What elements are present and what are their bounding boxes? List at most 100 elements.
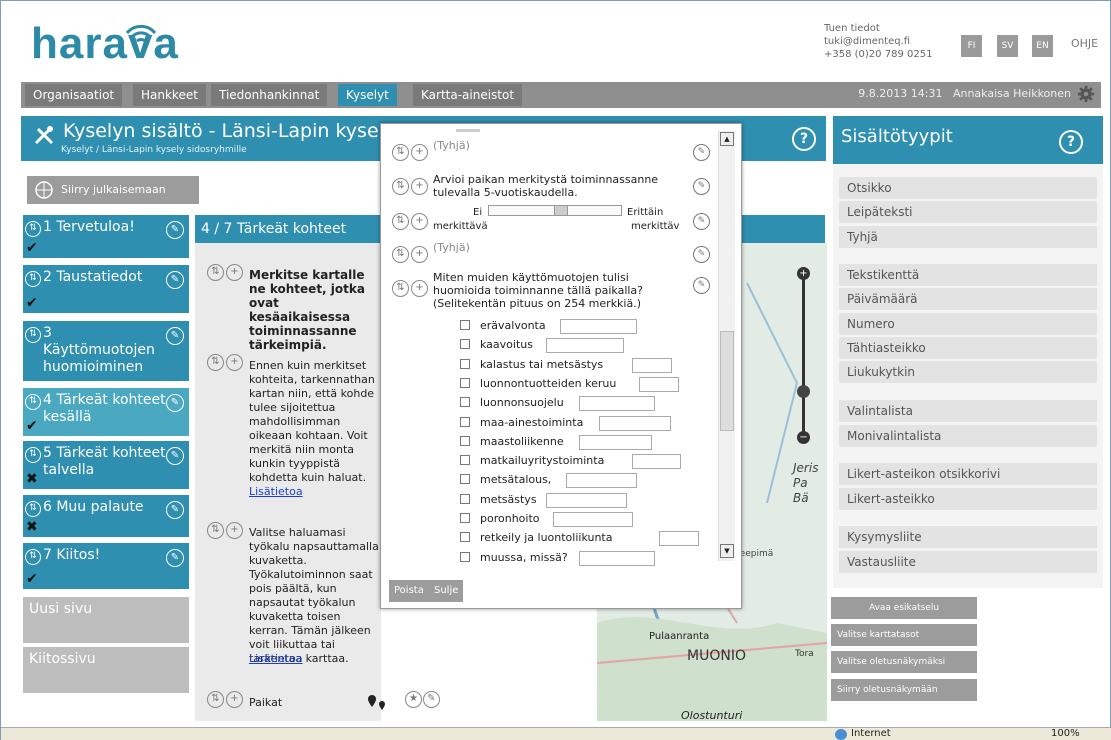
reorder-icon[interactable]: ⇅ xyxy=(392,213,409,230)
option-comment-field[interactable] xyxy=(579,550,655,566)
option-checkbox[interactable] xyxy=(460,320,470,330)
publish-survey-button[interactable]: Siirry julkaisemaan kysely xyxy=(27,176,199,224)
option-comment-field[interactable] xyxy=(546,338,624,354)
slider-handle[interactable] xyxy=(553,205,568,216)
scroll-thumb[interactable] xyxy=(720,331,734,431)
add-icon[interactable]: + xyxy=(226,354,243,371)
go-default-view-button[interactable]: Siirry oletusnäkymään xyxy=(831,679,977,701)
content-type-item[interactable]: Päivämäärä xyxy=(839,288,1097,310)
lang-sv-button[interactable]: SV xyxy=(997,35,1018,57)
reorder-icon[interactable]: ⇅ xyxy=(25,221,41,237)
page-item-5[interactable]: ⇅ 5 Tärkeät kohteet talvella ✎ ✖ xyxy=(23,441,189,489)
zoom-level[interactable]: 100% xyxy=(1051,728,1080,739)
edit-icon[interactable]: ✎ xyxy=(693,246,710,263)
option-checkbox[interactable] xyxy=(460,474,470,485)
option-comment-field[interactable] xyxy=(546,492,627,508)
option-comment-field[interactable] xyxy=(559,319,637,334)
add-icon[interactable]: + xyxy=(411,280,428,297)
edit-icon[interactable]: ✎ xyxy=(166,394,184,412)
option-comment-field[interactable] xyxy=(579,434,652,450)
star-icon[interactable]: ★ xyxy=(405,691,422,708)
scroll-down-arrow-icon[interactable]: ▼ xyxy=(720,544,734,558)
user-name[interactable]: Annakaisa Heikkonen xyxy=(953,87,1071,100)
content-type-item[interactable]: Numero xyxy=(839,313,1097,335)
reorder-icon[interactable]: ⇅ xyxy=(25,327,41,343)
option-comment-field[interactable] xyxy=(632,357,673,373)
reorder-icon[interactable]: ⇅ xyxy=(25,447,41,463)
reorder-icon[interactable]: ⇅ xyxy=(207,354,224,371)
edit-icon[interactable]: ✎ xyxy=(423,691,440,708)
map-pin-icon[interactable] xyxy=(367,693,389,713)
edit-icon[interactable]: ✎ xyxy=(693,178,710,195)
page-item-1[interactable]: ⇅ 1 Tervetuloa! ✎ ✔ xyxy=(23,215,189,258)
reorder-icon[interactable]: ⇅ xyxy=(25,271,41,287)
help-icon[interactable]: ? xyxy=(792,127,816,151)
add-icon[interactable]: + xyxy=(226,264,243,281)
reorder-icon[interactable]: ⇅ xyxy=(25,501,41,517)
page-item-3[interactable]: ⇅ 3 Käyttömuotojen huomioiminen ✎ xyxy=(23,321,189,381)
content-type-item[interactable]: Vastausliite xyxy=(839,551,1097,573)
edit-icon[interactable]: ✎ xyxy=(693,213,710,230)
lang-fi-button[interactable]: FI xyxy=(961,35,982,57)
option-checkbox[interactable] xyxy=(460,358,470,369)
tab-organisaatiot[interactable]: Organisaatiot xyxy=(25,84,123,106)
more-info-link[interactable]: Lisätietoa xyxy=(249,652,303,666)
breadcrumb[interactable]: Kyselyt / Länsi-Lapin kysely sidosryhmil… xyxy=(61,145,247,155)
option-checkbox[interactable] xyxy=(460,513,470,523)
page-item-6[interactable]: ⇅ 6 Muu palaute ✎ ✖ xyxy=(23,495,189,537)
option-checkbox[interactable] xyxy=(460,455,470,466)
reorder-icon[interactable]: ⇅ xyxy=(25,549,41,565)
option-checkbox[interactable] xyxy=(460,377,470,388)
help-icon[interactable]: ? xyxy=(1059,130,1083,154)
help-link[interactable]: OHJE xyxy=(1071,37,1098,50)
reorder-icon[interactable]: ⇅ xyxy=(392,246,409,263)
add-icon[interactable]: + xyxy=(226,691,243,708)
option-comment-field[interactable] xyxy=(638,376,679,392)
content-type-item[interactable]: Tähtiasteikko xyxy=(839,337,1097,359)
edit-icon[interactable]: ✎ xyxy=(166,221,184,239)
option-comment-field[interactable] xyxy=(632,454,681,470)
content-type-item[interactable]: Valintalista xyxy=(839,400,1097,422)
option-comment-field[interactable] xyxy=(579,396,655,412)
content-type-item[interactable]: Likert-asteikon otsikkorivi xyxy=(839,463,1097,485)
option-checkbox[interactable] xyxy=(460,551,470,562)
add-icon[interactable]: + xyxy=(411,246,428,263)
page-item-4[interactable]: ⇅ 4 Tärkeät kohteet kesällä ✎ ✔ xyxy=(23,388,189,436)
page-item-2[interactable]: ⇅ 2 Taustatiedot ✎ ✔ xyxy=(23,265,189,313)
edit-icon[interactable]: ✎ xyxy=(166,549,184,567)
option-checkbox[interactable] xyxy=(460,416,470,427)
zoom-in-icon[interactable]: + xyxy=(797,267,810,280)
option-checkbox[interactable] xyxy=(460,397,470,408)
content-type-item[interactable]: Liukukytkin xyxy=(839,361,1097,383)
more-info-link[interactable]: Lisätietoa xyxy=(249,485,303,499)
add-icon[interactable]: + xyxy=(411,144,428,161)
edit-icon[interactable]: ✎ xyxy=(166,501,184,519)
add-icon[interactable]: + xyxy=(226,522,243,539)
reorder-icon[interactable]: ⇅ xyxy=(392,280,409,297)
reorder-icon[interactable]: ⇅ xyxy=(25,394,41,410)
reorder-icon[interactable]: ⇅ xyxy=(207,264,224,281)
option-checkbox[interactable] xyxy=(460,532,470,543)
select-map-layers-button[interactable]: Valitse karttatasot xyxy=(831,624,977,646)
zoom-out-icon[interactable]: − xyxy=(797,431,810,444)
page-item-new[interactable]: Uusi sivu xyxy=(23,597,189,643)
content-type-item[interactable]: Likert-asteikko xyxy=(839,488,1097,510)
add-icon[interactable]: + xyxy=(411,213,428,230)
edit-icon[interactable]: ✎ xyxy=(166,271,184,289)
option-comment-field[interactable] xyxy=(599,415,671,431)
option-checkbox[interactable] xyxy=(460,339,470,350)
edit-icon[interactable]: ✎ xyxy=(166,327,184,345)
content-type-item[interactable]: Monivalintalista xyxy=(839,425,1097,447)
content-type-item[interactable]: Leipäteksti xyxy=(839,201,1097,223)
edit-icon[interactable]: ✎ xyxy=(693,277,710,294)
gear-icon[interactable] xyxy=(1077,85,1095,103)
add-icon[interactable]: + xyxy=(411,178,428,195)
delete-button[interactable]: Poista xyxy=(389,580,429,602)
support-email[interactable]: tuki@dimenteq.fi xyxy=(824,35,932,48)
zoom-slider[interactable]: + − xyxy=(797,267,810,444)
preview-button[interactable]: Avaa esikatselu xyxy=(831,597,977,619)
tab-kartta-aineistot[interactable]: Kartta-aineistot xyxy=(413,84,523,106)
content-type-item[interactable]: Tyhjä xyxy=(839,226,1097,248)
tab-tiedonhankinnat[interactable]: Tiedonhankinnat xyxy=(211,84,328,106)
close-button[interactable]: Sulje xyxy=(429,580,464,602)
